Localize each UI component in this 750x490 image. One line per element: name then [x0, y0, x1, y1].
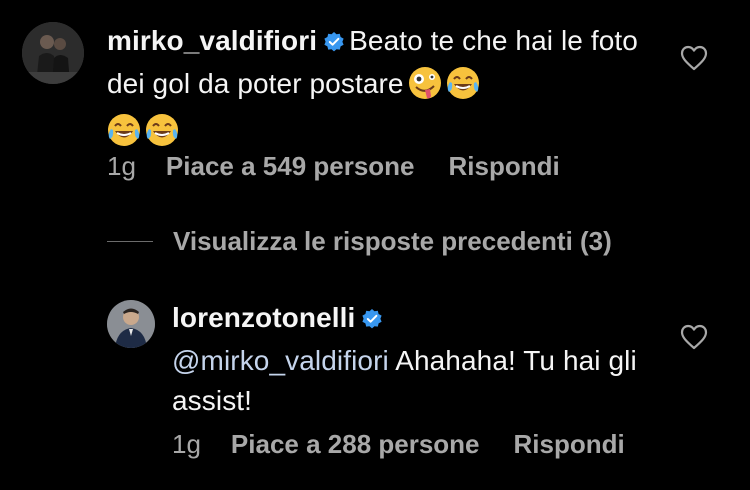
comment-likes[interactable]: Piace a 288 persone	[231, 429, 480, 460]
comment-meta: 1g Piace a 288 persone Rispondi	[172, 429, 625, 460]
mention-link[interactable]: @mirko_valdifiori	[172, 345, 389, 376]
comment-time: 1g	[107, 151, 136, 181]
reply-button[interactable]: Rispondi	[449, 151, 560, 182]
view-replies-label: Visualizza le risposte precedenti (3)	[173, 226, 612, 256]
heart-icon[interactable]	[680, 324, 708, 355]
comment-body: mirko_valdifiori Beato te che hai le foto…	[107, 21, 667, 158]
face-with-tears-of-joy-emoji	[446, 66, 480, 111]
view-replies-button[interactable]: Visualizza le risposte precedenti (3)	[107, 226, 612, 257]
comment-meta: 1g Piace a 549 persone Rispondi	[107, 151, 560, 182]
zany-face-emoji	[408, 66, 442, 111]
comment-username[interactable]: mirko_valdifiori	[107, 25, 317, 56]
avatar[interactable]	[22, 22, 84, 84]
verified-badge-icon	[323, 24, 345, 64]
reply-button[interactable]: Rispondi	[514, 429, 625, 460]
comment-username[interactable]: lorenzotonelli	[172, 302, 355, 333]
verified-badge-icon	[361, 301, 383, 341]
comment-time: 1g	[172, 429, 201, 459]
heart-icon[interactable]	[680, 45, 708, 76]
divider	[107, 241, 153, 242]
avatar[interactable]	[107, 300, 155, 348]
comment-likes[interactable]: Piace a 549 persone	[166, 151, 415, 182]
reply-body: lorenzotonelli @mirko_valdifiori Ahahaha!…	[172, 298, 642, 421]
